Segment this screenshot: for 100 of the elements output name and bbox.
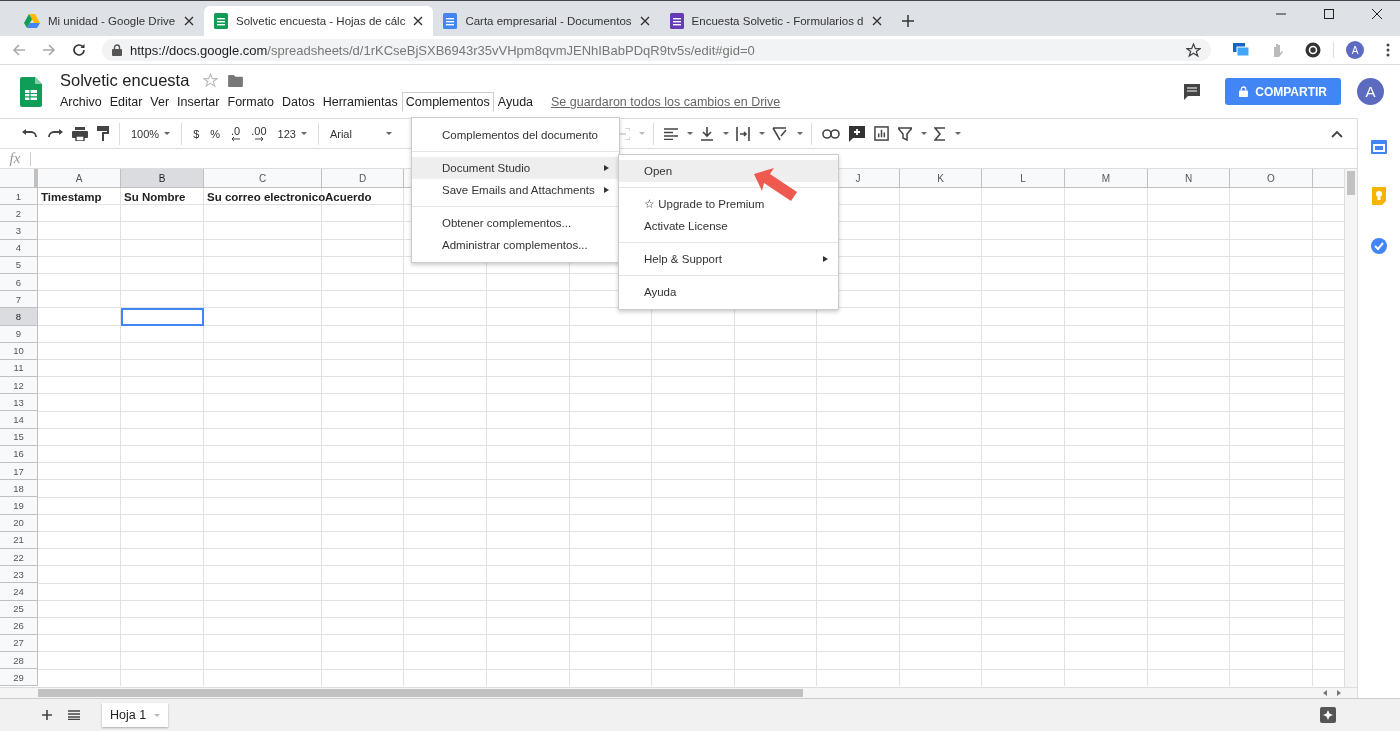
menu-item[interactable]: Obtener complementos... <box>412 212 619 234</box>
menu-item[interactable]: Complementos del documento <box>412 124 619 146</box>
row-header[interactable]: 13 <box>0 394 38 412</box>
caret-icon[interactable] <box>920 132 927 135</box>
menu-item[interactable]: Ayuda <box>619 281 838 303</box>
menu-item[interactable]: Ayuda <box>493 92 538 112</box>
new-tab-icon[interactable] <box>901 15 914 27</box>
vertical-scrollbar[interactable] <box>1344 169 1357 687</box>
add-sheet-icon[interactable] <box>42 710 52 720</box>
row-header[interactable]: 23 <box>0 566 38 584</box>
column-header[interactable]: O <box>1230 169 1313 188</box>
tasks-icon[interactable] <box>1371 238 1387 254</box>
decrease-decimals-button[interactable]: .0 <box>228 126 244 141</box>
maximize-icon[interactable] <box>1324 9 1334 19</box>
number-format-dropdown[interactable]: 123 <box>274 127 310 140</box>
caret-icon[interactable] <box>722 132 729 135</box>
row-header[interactable]: 2 <box>0 205 38 223</box>
menu-item[interactable]: Ver <box>146 92 174 112</box>
browser-tab[interactable]: Encuesta Solvetic - Formularios d <box>659 6 892 36</box>
currency-button[interactable]: $ <box>190 127 203 140</box>
selected-cell[interactable] <box>121 308 204 326</box>
menu-item[interactable]: Archivo <box>56 92 106 112</box>
browser-tab[interactable]: Mi unidad - Google Drive <box>14 6 204 36</box>
redo-icon[interactable] <box>47 128 63 139</box>
paint-roller-icon[interactable] <box>97 126 109 141</box>
caret-icon[interactable] <box>758 132 765 135</box>
more-icon[interactable] <box>1386 43 1390 57</box>
increase-decimals-button[interactable]: .00 <box>248 126 270 141</box>
row-header[interactable]: 14 <box>0 411 38 429</box>
row-header[interactable]: 12 <box>0 377 38 395</box>
reload-icon[interactable] <box>72 43 86 57</box>
column-header[interactable]: L <box>982 169 1065 188</box>
menu-item[interactable]: Open <box>619 160 838 182</box>
caret-icon[interactable] <box>796 132 803 135</box>
menu-item[interactable]: ☆ Upgrade to Premium <box>619 193 838 215</box>
row-header[interactable]: 1 <box>0 188 38 206</box>
star-icon[interactable] <box>203 73 219 88</box>
filter-icon[interactable] <box>897 126 912 141</box>
column-header[interactable]: N <box>1148 169 1230 188</box>
close-icon[interactable] <box>413 16 424 26</box>
close-icon[interactable] <box>639 16 650 26</box>
menu-item[interactable]: Complementos <box>401 92 494 112</box>
zoom-dropdown[interactable]: 100% <box>128 127 174 140</box>
row-header[interactable]: 3 <box>0 222 38 240</box>
close-icon[interactable] <box>871 16 882 26</box>
column-header[interactable]: C <box>204 169 322 188</box>
extension-icon[interactable] <box>1305 42 1321 58</box>
account-avatar[interactable]: A <box>1357 78 1384 105</box>
row-header[interactable]: 18 <box>0 480 38 498</box>
text-rotation-icon[interactable] <box>771 126 788 141</box>
menu-item[interactable]: Document Studio <box>412 157 619 179</box>
browser-tab[interactable]: Solvetic encuesta - Hojas de cálc <box>204 6 434 36</box>
caret-icon[interactable] <box>954 132 961 135</box>
row-header[interactable]: 19 <box>0 497 38 515</box>
menu-item[interactable]: Activate License <box>619 215 838 237</box>
chart-icon[interactable] <box>873 126 889 141</box>
menu-item[interactable]: Formato <box>223 92 279 112</box>
address-field[interactable]: https://docs.google.com/spreadsheets/d/1rKCseBjSXB6943r35vVHpm8qvmJENhIBabPDqR9tv5s/edit#gid=0 <box>102 39 1211 61</box>
menu-item[interactable]: Administrar complementos... <box>412 234 619 256</box>
menu-item[interactable]: Datos <box>278 92 319 112</box>
menu-item[interactable]: Herramientas <box>318 92 402 112</box>
print-icon[interactable] <box>72 126 88 141</box>
menu-item[interactable]: Insertar <box>173 92 224 112</box>
menu-item[interactable]: Editar <box>105 92 147 112</box>
row-header[interactable]: 29 <box>0 669 38 687</box>
sheet-tab[interactable]: Hoja 1 <box>102 703 169 727</box>
font-dropdown[interactable]: Arial <box>326 127 395 140</box>
row-header[interactable]: 24 <box>0 583 38 601</box>
explore-icon[interactable] <box>1320 707 1336 723</box>
row-header[interactable]: 28 <box>0 652 38 670</box>
folder-icon[interactable] <box>228 74 244 87</box>
browser-tab[interactable]: Carta empresarial - Documentos <box>433 6 660 36</box>
close-icon[interactable] <box>1372 9 1382 19</box>
percent-button[interactable]: % <box>207 127 224 140</box>
align-left-icon[interactable] <box>663 127 678 140</box>
screens-icon[interactable] <box>1233 43 1249 57</box>
column-header[interactable]: B <box>121 169 204 188</box>
row-header[interactable]: 7 <box>0 291 38 309</box>
close-icon[interactable] <box>184 16 194 26</box>
row-header[interactable]: 17 <box>0 463 38 481</box>
caret-icon[interactable] <box>686 132 693 135</box>
menu-item[interactable]: Help & Support <box>619 248 838 270</box>
menu-icon[interactable] <box>68 710 80 720</box>
collapse-icon[interactable] <box>1331 129 1343 138</box>
comment-icon[interactable] <box>1183 82 1202 101</box>
column-header[interactable]: M <box>1065 169 1148 188</box>
text-wrap-icon[interactable] <box>735 126 750 141</box>
profile-avatar[interactable]: A <box>1346 41 1364 59</box>
link-icon[interactable] <box>821 128 840 139</box>
calendar-icon[interactable] <box>1371 138 1387 154</box>
column-header[interactable]: K <box>900 169 982 188</box>
row-header[interactable]: 8 <box>0 308 38 326</box>
column-header[interactable]: A <box>38 169 121 188</box>
document-title[interactable]: Solvetic encuesta <box>60 71 190 90</box>
star-icon[interactable] <box>1186 42 1201 58</box>
spreadsheet-logo-icon[interactable] <box>20 76 42 107</box>
undo-icon[interactable] <box>22 128 38 139</box>
sigma-icon[interactable] <box>933 126 946 141</box>
align-bottom-icon[interactable] <box>699 126 714 141</box>
column-header[interactable]: D <box>322 169 404 188</box>
